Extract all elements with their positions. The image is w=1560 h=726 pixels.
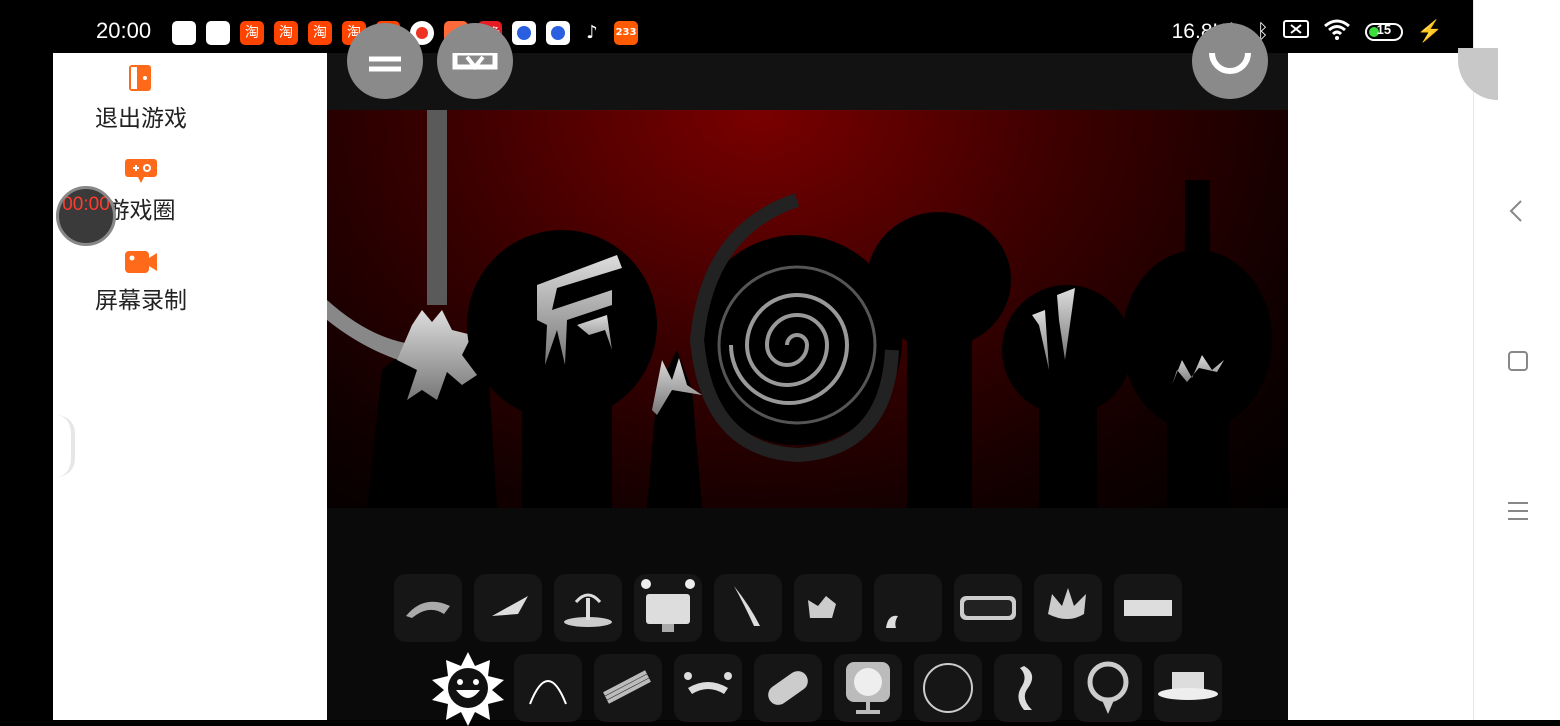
- tray-slot-crown-spikes[interactable]: [1034, 574, 1102, 642]
- screen-record-button[interactable]: 屏幕录制: [53, 249, 229, 315]
- tray-slot-medal[interactable]: [1074, 654, 1142, 722]
- tiktok-icon: ♪: [580, 21, 604, 45]
- tray-slot-smiley-sun[interactable]: [432, 652, 504, 726]
- timer-text: 00:00: [62, 194, 110, 215]
- baidu-icon: [512, 21, 536, 45]
- system-nav-bar: [1473, 0, 1560, 720]
- tray-slot-ring[interactable]: [914, 654, 982, 722]
- bar-part-icon: [1124, 600, 1172, 616]
- taobao-icon: 淘: [274, 21, 298, 45]
- baidu-icon: [546, 21, 570, 45]
- hair-wisp-part-icon: [1018, 666, 1033, 710]
- back-icon: [1509, 200, 1522, 222]
- outfit-button[interactable]: [437, 23, 513, 99]
- game-circle-icon: [124, 155, 158, 185]
- exit-door-icon: [127, 63, 155, 93]
- tray-slot-antenna-smile[interactable]: [674, 654, 742, 722]
- home-icon: [1507, 351, 1528, 371]
- medal-part-icon: [1087, 661, 1129, 714]
- sim-off-icon: [1282, 20, 1309, 44]
- character-3[interactable]: [647, 350, 702, 508]
- tray-slot-monitor-head[interactable]: [834, 654, 902, 722]
- exit-game-label: 退出游戏: [95, 106, 187, 132]
- hat-part-icon: [1158, 672, 1218, 700]
- tray-slot-curl[interactable]: [874, 574, 942, 642]
- side-drawer-handle[interactable]: [57, 415, 75, 477]
- floating-timer-button[interactable]: 00:00: [56, 186, 116, 246]
- cat-part-icon: [808, 596, 836, 618]
- character-stage: [327, 110, 1288, 508]
- tray-slot-blade[interactable]: [474, 574, 542, 642]
- notification-white-icon: [206, 21, 230, 45]
- nav-back-button[interactable]: [1474, 196, 1560, 230]
- right-blank-area: [1288, 53, 1473, 720]
- ring-part-icon: [923, 663, 973, 713]
- video-record-icon: [124, 249, 158, 275]
- tray-slot-stripes[interactable]: [594, 654, 662, 722]
- stage-characters: [327, 110, 1272, 508]
- smiley-sun-icon: [432, 652, 504, 726]
- hook-part-icon: [406, 601, 450, 618]
- stripes-part-icon: [603, 670, 651, 704]
- tray-slot-fountain[interactable]: [554, 574, 622, 642]
- exit-game-button[interactable]: 退出游戏: [53, 63, 229, 133]
- nav-home-button[interactable]: [1474, 346, 1560, 380]
- character-7[interactable]: [1122, 180, 1272, 508]
- slash-part-icon: [734, 586, 760, 626]
- crown-spikes-part-icon: [1048, 588, 1086, 619]
- tray-slot-bandage[interactable]: [754, 654, 822, 722]
- monitor-head-part-icon: [846, 662, 890, 714]
- bandage-part-icon: [768, 671, 808, 705]
- wifi-icon: [1323, 18, 1351, 46]
- game-viewport: [327, 23, 1288, 726]
- record-icon: [1209, 53, 1251, 74]
- tray-slot-robot-head[interactable]: [634, 574, 702, 642]
- notification-white-icon: [172, 21, 196, 45]
- record-mix-button[interactable]: [1192, 23, 1268, 99]
- tray-slot-cat[interactable]: [794, 574, 862, 642]
- taobao-icon: 淘: [308, 21, 332, 45]
- shirt-icon: [452, 53, 498, 71]
- taobao-icon: 淘: [240, 21, 264, 45]
- character-2[interactable]: [467, 230, 657, 508]
- clock: 20:00: [96, 18, 152, 43]
- goggles-part-icon: [960, 596, 1016, 620]
- blade-part-icon: [492, 596, 528, 616]
- tray-slot-arch[interactable]: [514, 654, 582, 722]
- sound-part-tray: [327, 508, 1288, 726]
- recents-icon: [1507, 502, 1528, 520]
- battery-icon: 15: [1364, 22, 1403, 41]
- tray-slot-hat[interactable]: [1154, 654, 1222, 722]
- game-toolbar: [327, 23, 1288, 110]
- tray-slot-slash[interactable]: [714, 574, 782, 642]
- tray-slot-bar[interactable]: [1114, 574, 1182, 642]
- menu-button[interactable]: [347, 23, 423, 99]
- tray-slot-goggles[interactable]: [954, 574, 1022, 642]
- battery-level: 15: [1376, 22, 1392, 37]
- robot-head-part-icon: [641, 579, 695, 632]
- antenna-smile-part-icon: [684, 672, 732, 694]
- character-4[interactable]: [689, 193, 902, 463]
- charging-icon: ⚡: [1416, 20, 1443, 43]
- curl-part-icon: [886, 615, 898, 628]
- character-6[interactable]: [1002, 285, 1132, 508]
- menu-icon: [369, 56, 401, 72]
- nav-recents-button[interactable]: [1474, 496, 1560, 530]
- arch-part-icon: [529, 680, 567, 705]
- screen-record-label: 屏幕录制: [95, 288, 187, 314]
- character-1-pole: [427, 110, 447, 305]
- tray-slot-hook[interactable]: [394, 574, 462, 642]
- game-side-menu: 退出游戏 游戏圈 屏幕录制: [53, 53, 327, 720]
- fountain-part-icon: [564, 593, 612, 627]
- tray-slot-hair-wisp[interactable]: [994, 654, 1062, 722]
- app-233-icon: 233: [614, 21, 638, 45]
